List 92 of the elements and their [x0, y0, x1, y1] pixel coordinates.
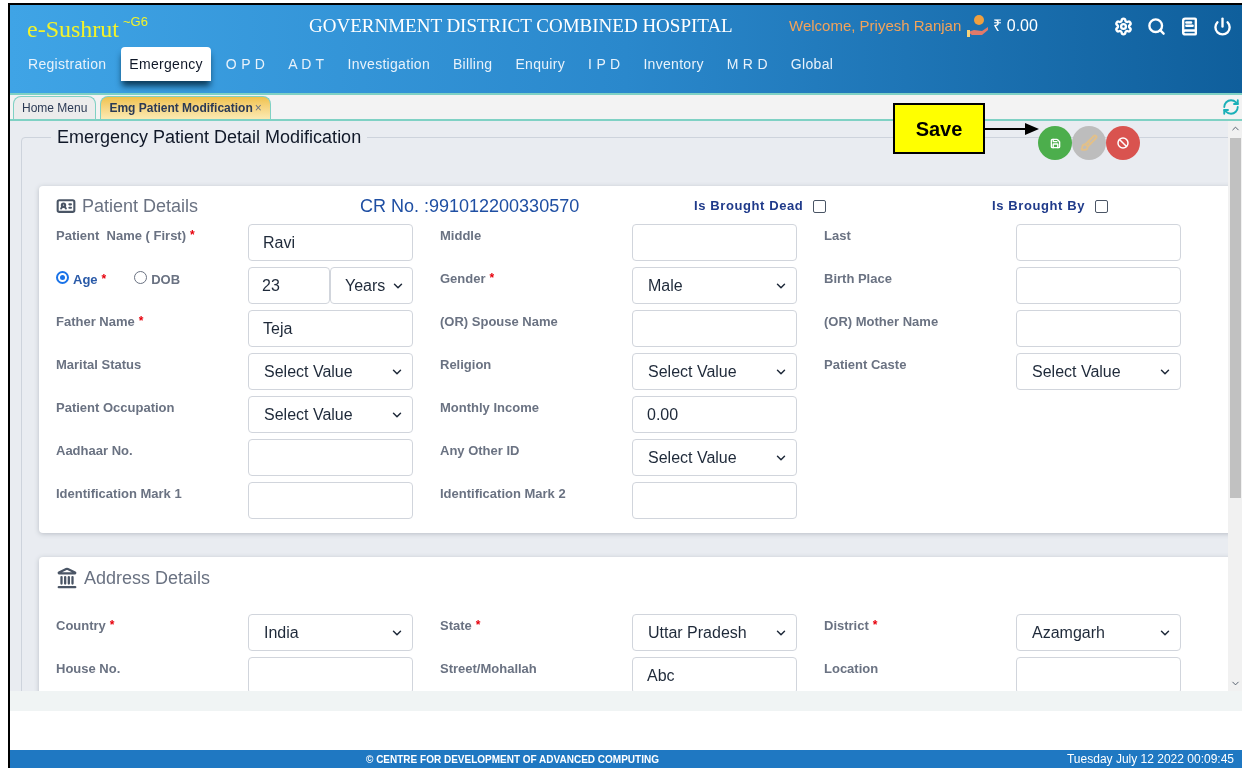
- search-icon[interactable]: [1147, 16, 1166, 36]
- id-card-icon: [56, 196, 76, 216]
- power-icon[interactable]: [1213, 16, 1232, 36]
- checkbox[interactable]: [813, 199, 827, 213]
- field-label: Patient Occupation: [56, 399, 175, 417]
- select-field[interactable]: Uttar Pradesh: [632, 614, 797, 651]
- input-field[interactable]: [248, 657, 413, 691]
- required-mark: *: [872, 617, 878, 634]
- input-field[interactable]: 0.00: [632, 396, 797, 433]
- scroll-thumb[interactable]: [1229, 138, 1241, 498]
- close-icon[interactable]: ×: [254, 99, 262, 117]
- field-label: Patient Caste: [824, 356, 907, 374]
- required-mark: *: [489, 270, 495, 287]
- input-field[interactable]: [248, 439, 413, 476]
- required-mark: *: [190, 227, 195, 244]
- nav-tab[interactable]: Inventory: [635, 47, 712, 81]
- nav-tab[interactable]: Emergency: [121, 47, 211, 81]
- input-field[interactable]: [1016, 267, 1181, 304]
- required-mark: *: [475, 617, 481, 634]
- input-field[interactable]: [632, 482, 797, 519]
- page-tab[interactable]: Emg Patient Modification ×: [100, 96, 271, 119]
- field-label: Marital Status: [56, 356, 142, 374]
- field-label: Street/Mohallah: [440, 660, 537, 678]
- input-field[interactable]: [632, 310, 797, 347]
- logo-version: ~G6: [123, 12, 148, 31]
- save-icon: [1049, 137, 1061, 149]
- section-title: Address Details: [84, 566, 211, 590]
- radio-option[interactable]: Age *: [56, 270, 107, 286]
- field-label: Middle: [440, 227, 482, 245]
- field-label: Aadhaar No.: [56, 442, 133, 460]
- flag-label: Is Brought Dead: [694, 197, 804, 216]
- field-label: Gender: [440, 270, 486, 288]
- field-label: Last: [824, 227, 851, 245]
- select-field[interactable]: Select Value: [248, 396, 413, 433]
- field-label: Any Other ID: [440, 442, 520, 460]
- select-field[interactable]: Years: [330, 267, 413, 304]
- input-field[interactable]: [1016, 310, 1181, 347]
- field-label: State: [440, 617, 472, 635]
- scrollbar[interactable]: [1228, 121, 1242, 691]
- ban-icon: [1117, 137, 1129, 149]
- panel-title: Emergency Patient Detail Modification: [56, 126, 363, 149]
- field-label: Identification Mark 2: [440, 485, 566, 503]
- flag-label: Is Brought By: [992, 197, 1086, 216]
- hospital-title: GOVERNMENT DISTRICT COMBINED HOSPITAL: [309, 13, 734, 38]
- field-label: Country: [56, 617, 106, 635]
- field-label: Location: [824, 660, 879, 678]
- field-label: Identification Mark 1: [56, 485, 182, 503]
- nav-tab[interactable]: M R D: [718, 47, 776, 81]
- required-mark: *: [138, 313, 144, 330]
- footer-datetime: Tuesday July 12 2022 00:09:45: [1067, 751, 1234, 768]
- input-field[interactable]: Teja: [248, 310, 413, 347]
- select-field[interactable]: Select Value: [1016, 353, 1181, 390]
- field-label: Patient Name ( First): [56, 227, 187, 245]
- save-callout: Save: [893, 103, 985, 154]
- page-tab[interactable]: Home Menu: [13, 96, 97, 119]
- field-label: (OR) Spouse Name: [440, 313, 558, 331]
- input-field[interactable]: Ravi: [248, 224, 413, 261]
- input-field[interactable]: Abc: [632, 657, 797, 691]
- required-mark: *: [109, 617, 115, 634]
- checkbox[interactable]: [1095, 199, 1109, 213]
- field-label: Birth Place: [824, 270, 892, 288]
- input-field[interactable]: 23: [248, 267, 330, 304]
- field-label: House No.: [56, 660, 121, 678]
- select-field[interactable]: Male: [632, 267, 797, 304]
- field-label: Father Name: [56, 313, 135, 331]
- field-label: (OR) Mother Name: [824, 313, 939, 331]
- footer-credit: © CENTRE FOR DEVELOPMENT OF ADVANCED COMPUTING: [366, 752, 659, 767]
- section-title: Patient Details: [82, 194, 199, 218]
- field-label: Religion: [440, 356, 492, 374]
- bank-icon: [56, 567, 78, 589]
- nav-tab[interactable]: Global: [782, 47, 842, 81]
- balance-text: ₹ 0.00: [993, 16, 1038, 36]
- radio-option[interactable]: DOB: [134, 270, 181, 286]
- hand-coin-icon: [966, 14, 991, 38]
- cr-number: CR No. :991012200330570: [360, 194, 581, 218]
- app-logo: e-Sushrut: [27, 16, 119, 41]
- select-field[interactable]: India: [248, 614, 413, 651]
- input-field[interactable]: [1016, 657, 1181, 691]
- welcome-text: Welcome, Priyesh Ranjan: [789, 15, 962, 36]
- book-icon[interactable]: [1180, 16, 1199, 36]
- select-field[interactable]: Azamgarh: [1016, 614, 1181, 651]
- select-field[interactable]: Select Value: [632, 353, 797, 390]
- select-field[interactable]: Select Value: [248, 353, 413, 390]
- settings-icon[interactable]: [1114, 16, 1133, 36]
- input-field[interactable]: [1016, 224, 1181, 261]
- select-field[interactable]: Select Value: [632, 439, 797, 476]
- input-field[interactable]: [248, 482, 413, 519]
- field-label: District: [824, 617, 869, 635]
- callout-arrow: [985, 121, 1040, 136]
- field-label: Monthly Income: [440, 399, 539, 417]
- input-field[interactable]: [632, 224, 797, 261]
- refresh-icon[interactable]: [1222, 98, 1240, 116]
